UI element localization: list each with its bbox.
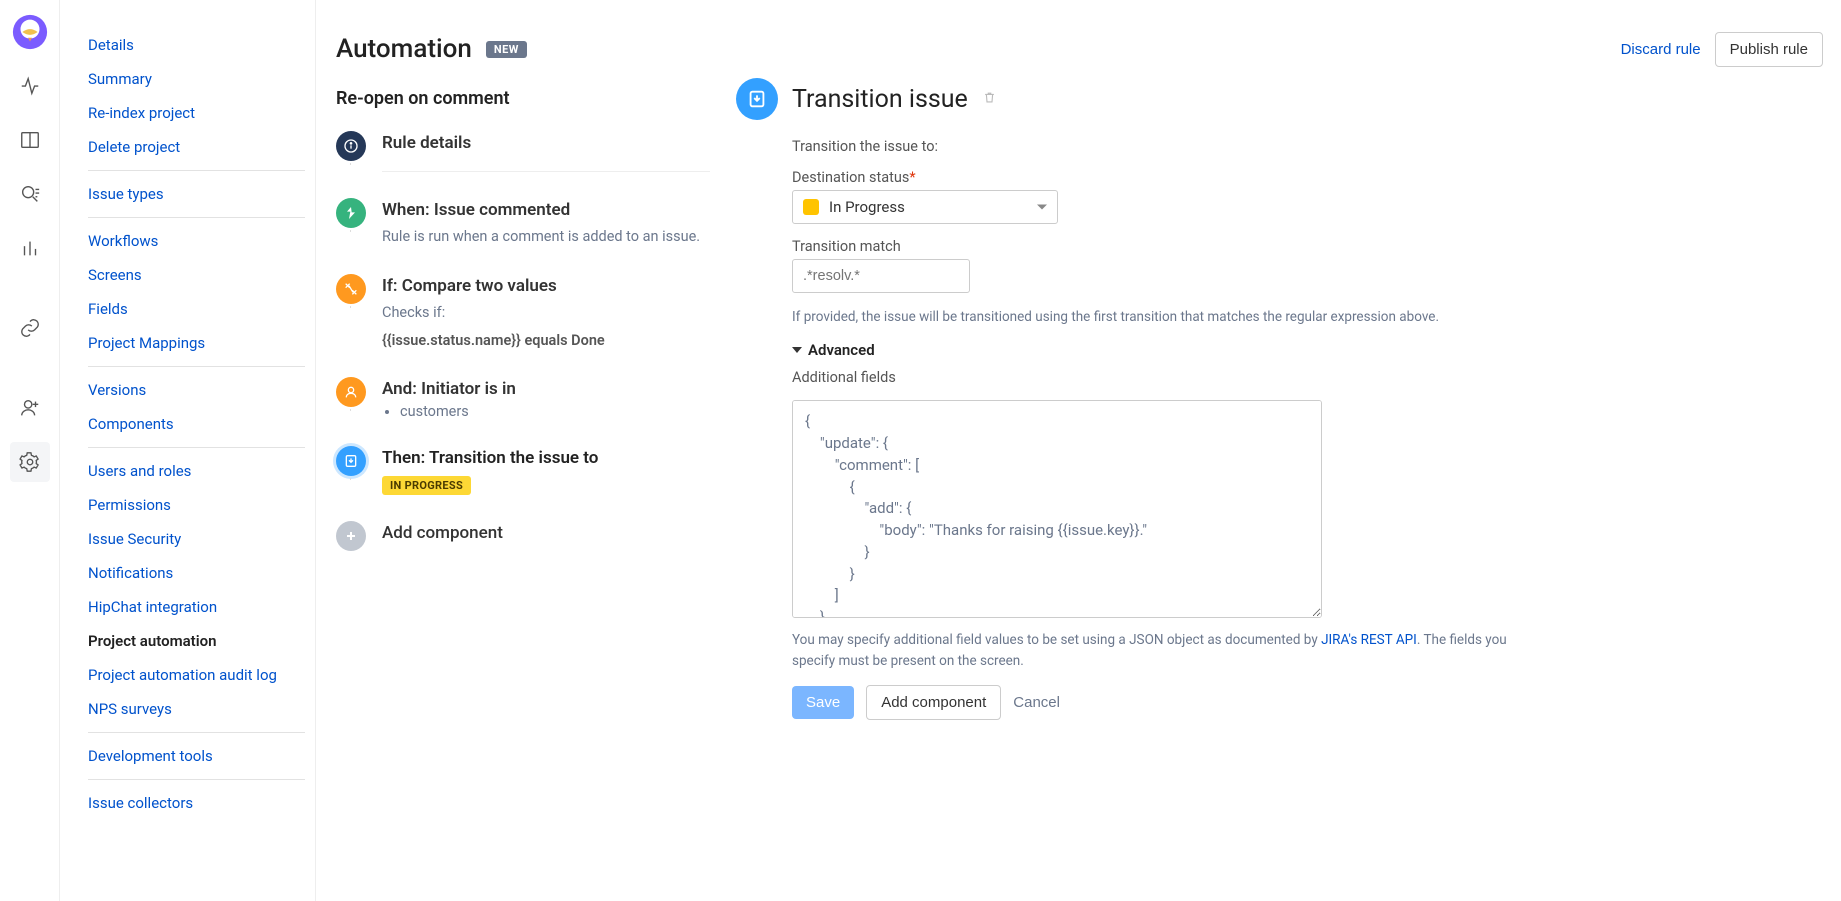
- rest-api-link[interactable]: JIRA's REST API: [1321, 632, 1417, 648]
- advanced-toggle[interactable]: Advanced: [792, 341, 1823, 359]
- trigger-icon: [336, 198, 366, 228]
- destination-status-select[interactable]: In Progress: [792, 190, 1058, 224]
- status-lozenge: IN PROGRESS: [382, 476, 471, 495]
- when-step[interactable]: When: Issue commented: [382, 200, 710, 220]
- icon-rail: [0, 0, 60, 901]
- panel-title: Transition issue: [792, 85, 968, 114]
- rule-name: Re-open on comment: [336, 88, 710, 109]
- cancel-button[interactable]: Cancel: [1013, 694, 1060, 711]
- sidebar-item-project-automation-audit-log[interactable]: Project automation audit log: [88, 658, 305, 692]
- sidebar-item-users-and-roles[interactable]: Users and roles: [88, 454, 305, 488]
- new-badge: NEW: [486, 41, 527, 58]
- main-content: Automation NEW Re-open on comment Rule d…: [316, 0, 1841, 901]
- when-desc: Rule is run when a comment is added to a…: [382, 226, 710, 248]
- sidebar-item-notifications[interactable]: Notifications: [88, 556, 305, 590]
- sidebar-item-issue-security[interactable]: Issue Security: [88, 522, 305, 556]
- rail-search-icon[interactable]: [10, 174, 50, 214]
- rail-activity-icon[interactable]: [10, 66, 50, 106]
- info-icon: [336, 131, 366, 161]
- sidebar-item-summary[interactable]: Summary: [88, 62, 305, 96]
- publish-rule-button[interactable]: Publish rule: [1715, 32, 1823, 67]
- rail-settings-icon[interactable]: [10, 442, 50, 482]
- add-component-step[interactable]: Add component: [382, 523, 710, 543]
- action-icon: [336, 446, 366, 476]
- app-logo[interactable]: [10, 12, 50, 52]
- sidebar-item-project-mappings[interactable]: Project Mappings: [88, 326, 305, 360]
- sidebar-item-workflows[interactable]: Workflows: [88, 224, 305, 258]
- project-sidebar: DetailsSummaryRe-index projectDelete pro…: [60, 0, 316, 901]
- status-color-swatch: [803, 199, 819, 215]
- sidebar-item-project-automation[interactable]: Project automation: [88, 624, 305, 658]
- match-help-text: If provided, the issue will be transitio…: [792, 307, 1512, 327]
- condition-icon: [336, 274, 366, 304]
- sidebar-item-details[interactable]: Details: [88, 28, 305, 62]
- rail-board-icon[interactable]: [10, 120, 50, 160]
- and-step[interactable]: And: Initiator is in: [382, 379, 710, 399]
- sidebar-item-issue-types[interactable]: Issue types: [88, 177, 305, 211]
- delete-action-icon[interactable]: [982, 90, 997, 109]
- sidebar-item-development-tools[interactable]: Development tools: [88, 739, 305, 773]
- if-step[interactable]: If: Compare two values: [382, 276, 710, 296]
- additional-fields-textarea[interactable]: [792, 400, 1322, 618]
- rail-link-icon[interactable]: [10, 308, 50, 348]
- sidebar-item-delete-project[interactable]: Delete project: [88, 130, 305, 164]
- plus-icon: [336, 521, 366, 551]
- sidebar-item-versions[interactable]: Versions: [88, 373, 305, 407]
- page-title: Automation: [336, 34, 472, 64]
- then-step[interactable]: Then: Transition the issue to: [382, 448, 710, 468]
- add-component-button[interactable]: Add component: [866, 685, 1001, 720]
- sidebar-item-permissions[interactable]: Permissions: [88, 488, 305, 522]
- transition-match-input[interactable]: [792, 259, 970, 293]
- user-condition-icon: [336, 377, 366, 407]
- json-help-text: You may specify additional field values …: [792, 630, 1512, 671]
- sidebar-item-hipchat-integration[interactable]: HipChat integration: [88, 590, 305, 624]
- rail-add-user-icon[interactable]: [10, 388, 50, 428]
- transition-intro: Transition the issue to:: [792, 138, 1512, 155]
- rule-details-step[interactable]: Rule details: [382, 133, 710, 153]
- sidebar-item-components[interactable]: Components: [88, 407, 305, 441]
- rail-reports-icon[interactable]: [10, 228, 50, 268]
- sidebar-item-fields[interactable]: Fields: [88, 292, 305, 326]
- sidebar-item-screens[interactable]: Screens: [88, 258, 305, 292]
- save-button[interactable]: Save: [792, 686, 854, 719]
- sidebar-item-nps-surveys[interactable]: NPS surveys: [88, 692, 305, 726]
- sidebar-item-re-index-project[interactable]: Re-index project: [88, 96, 305, 130]
- transition-icon: [736, 78, 778, 120]
- sidebar-item-issue-collectors[interactable]: Issue collectors: [88, 786, 305, 820]
- discard-rule-link[interactable]: Discard rule: [1621, 41, 1701, 58]
